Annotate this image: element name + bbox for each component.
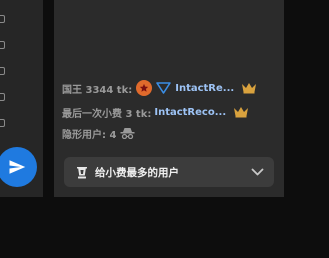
top-tippers-dropdown[interactable]: 给小费最多的用户 bbox=[64, 157, 274, 187]
hidden-users-label: 隐形用户: 4 bbox=[62, 129, 117, 141]
crown-icon bbox=[233, 106, 249, 118]
partial-icon bbox=[0, 67, 5, 75]
partial-icon bbox=[0, 119, 5, 127]
send-icon bbox=[9, 160, 26, 174]
king-row: 国王 3344 tk: IntactRe... bbox=[62, 79, 257, 97]
king-label: 国王 3344 tk: bbox=[62, 84, 133, 96]
king-username[interactable]: IntactRe... bbox=[175, 83, 234, 94]
last-tip-label: 最后一次小费 3 tk: bbox=[62, 108, 152, 120]
partial-icon bbox=[0, 15, 5, 23]
last-tip-username[interactable]: IntactReco... bbox=[154, 107, 226, 118]
send-button[interactable] bbox=[0, 147, 37, 187]
v-badge-icon bbox=[156, 82, 172, 94]
left-chat-panel bbox=[0, 0, 43, 197]
partial-icon bbox=[0, 93, 5, 101]
crown-icon bbox=[241, 82, 257, 94]
top-tippers-label: 给小费最多的用户 bbox=[95, 166, 179, 179]
trophy-icon bbox=[76, 166, 88, 179]
last-tip-row: 最后一次小费 3 tk: IntactReco... bbox=[62, 103, 249, 121]
hidden-users-row: 隐形用户: 4 bbox=[62, 124, 135, 142]
tip-info-panel: 国王 3344 tk: IntactRe... 最后一次小费 3 tk: Int… bbox=[54, 0, 284, 197]
partial-icon bbox=[0, 41, 5, 49]
star-badge-icon bbox=[136, 80, 153, 96]
incognito-icon bbox=[120, 127, 135, 139]
chevron-down-icon bbox=[251, 168, 264, 176]
